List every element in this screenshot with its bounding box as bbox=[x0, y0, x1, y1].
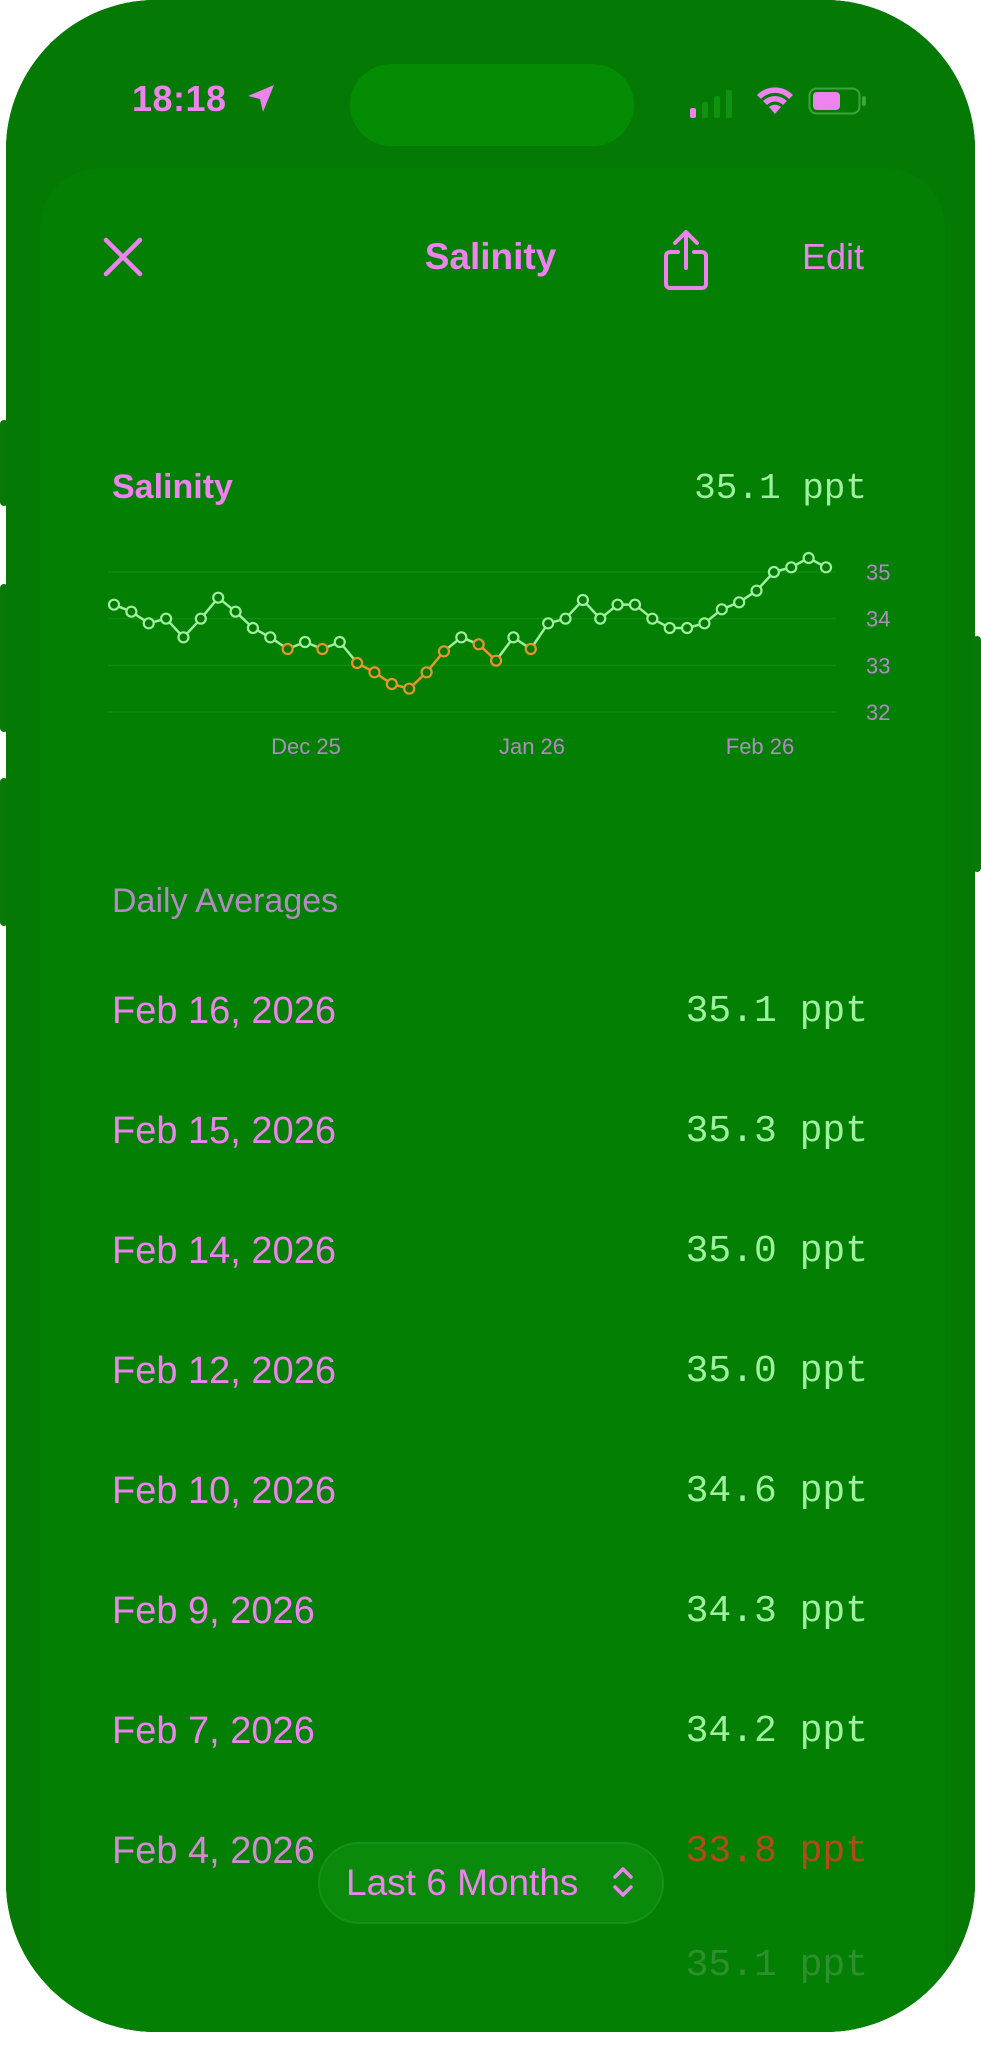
row-value-partial: 35.1 ppt bbox=[685, 1944, 868, 1987]
data-point bbox=[212, 591, 225, 604]
x-tick-label: Dec 25 bbox=[271, 734, 341, 759]
x-tick-label: Feb 26 bbox=[726, 734, 795, 759]
y-tick-label: 34 bbox=[866, 607, 890, 632]
row-date: Feb 10, 2026 bbox=[112, 1470, 336, 1512]
row-date: Feb 16, 2026 bbox=[112, 990, 336, 1032]
y-tick-label: 33 bbox=[866, 653, 890, 678]
row-value: 34.2 ppt bbox=[685, 1710, 868, 1753]
data-point bbox=[107, 598, 121, 611]
data-point bbox=[576, 593, 589, 607]
data-point bbox=[455, 631, 468, 644]
data-point bbox=[385, 677, 398, 691]
status-time: 18:18 bbox=[132, 78, 227, 119]
row-value: 35.1 ppt bbox=[685, 990, 868, 1033]
row-value: 34.6 ppt bbox=[685, 1470, 868, 1513]
data-point bbox=[298, 635, 312, 649]
data-point bbox=[663, 621, 676, 635]
data-point bbox=[559, 612, 572, 625]
list-item[interactable]: Feb 16, 2026 35.1 ppt bbox=[112, 990, 868, 1110]
data-point bbox=[246, 621, 260, 635]
summary-value: 35.1 ppt bbox=[694, 468, 867, 509]
status-bar: 18:18 bbox=[6, 0, 975, 170]
data-point bbox=[472, 638, 485, 651]
data-point bbox=[159, 612, 173, 625]
list-item[interactable]: Feb 7, 2026 34.2 ppt bbox=[112, 1710, 868, 1830]
x-tick-label: Jan 26 bbox=[499, 734, 565, 759]
data-point bbox=[507, 631, 520, 644]
list-item[interactable]: Feb 12, 2026 35.0 ppt bbox=[112, 1350, 868, 1470]
data-point bbox=[680, 621, 694, 635]
data-point bbox=[368, 666, 381, 679]
y-tick-label: 32 bbox=[866, 700, 890, 725]
range-selector[interactable]: Last 6 Months bbox=[320, 1844, 662, 1922]
location-arrow-icon bbox=[248, 85, 274, 112]
data-point bbox=[142, 617, 155, 630]
data-point bbox=[264, 631, 277, 644]
data-point bbox=[437, 645, 451, 658]
data-point bbox=[177, 631, 190, 644]
row-date: Feb 14, 2026 bbox=[112, 1230, 336, 1272]
row-date: Feb 12, 2026 bbox=[112, 1350, 336, 1392]
data-point bbox=[750, 584, 763, 597]
section-header: Daily Averages bbox=[112, 882, 339, 920]
data-point bbox=[333, 635, 346, 649]
dynamic-island bbox=[350, 64, 634, 146]
data-point bbox=[819, 561, 833, 574]
range-selector-label: Last 6 Months bbox=[346, 1862, 579, 1903]
y-tick-label: 35 bbox=[866, 560, 890, 585]
data-point bbox=[125, 605, 138, 618]
cellular-signal-icon bbox=[690, 90, 732, 118]
row-value: 34.3 ppt bbox=[685, 1590, 868, 1633]
row-value: 35.0 ppt bbox=[685, 1350, 868, 1393]
share-icon[interactable] bbox=[660, 228, 712, 292]
data-point bbox=[733, 596, 746, 609]
data-point bbox=[420, 666, 433, 679]
row-date: Feb 7, 2026 bbox=[112, 1710, 315, 1752]
data-point bbox=[524, 642, 537, 656]
row-value: 33.8 ppt bbox=[685, 1830, 868, 1873]
battery-icon bbox=[808, 87, 866, 115]
list-item[interactable]: Feb 9, 2026 34.3 ppt bbox=[112, 1590, 868, 1710]
list-item[interactable]: Feb 10, 2026 34.6 ppt bbox=[112, 1470, 868, 1590]
data-point bbox=[542, 617, 555, 630]
row-date: Feb 15, 2026 bbox=[112, 1110, 336, 1152]
row-date: Feb 9, 2026 bbox=[112, 1590, 315, 1632]
data-point bbox=[646, 612, 659, 625]
data-point bbox=[281, 642, 294, 656]
data-point bbox=[698, 617, 711, 630]
list-item[interactable]: Feb 15, 2026 35.3 ppt bbox=[112, 1110, 868, 1230]
summary-label: Salinity bbox=[112, 468, 233, 506]
data-point bbox=[351, 656, 364, 670]
data-point bbox=[628, 598, 642, 611]
chevron-up-down-icon bbox=[613, 1867, 633, 1897]
data-point bbox=[611, 598, 624, 611]
list-item[interactable]: Feb 14, 2026 35.0 ppt bbox=[112, 1230, 868, 1350]
salinity-chart[interactable]: 35 34 33 32 Dec 25 Jan 26 Feb 26 bbox=[96, 540, 896, 772]
row-date: Feb 4, 2026 bbox=[112, 1830, 315, 1872]
data-point bbox=[802, 551, 815, 565]
data-point bbox=[785, 561, 798, 574]
wifi-icon bbox=[757, 87, 793, 114]
data-point bbox=[767, 565, 781, 579]
data-point bbox=[316, 642, 329, 656]
row-value: 35.0 ppt bbox=[685, 1230, 868, 1273]
data-point bbox=[715, 603, 728, 616]
data-point bbox=[194, 612, 207, 625]
data-point bbox=[489, 654, 503, 667]
row-value: 35.3 ppt bbox=[685, 1110, 868, 1153]
list-item-partial: 35.1 ppt bbox=[112, 1944, 868, 2064]
data-point bbox=[403, 682, 416, 695]
data-point bbox=[229, 605, 242, 618]
data-point bbox=[594, 612, 607, 625]
edit-button[interactable]: Edit bbox=[802, 236, 864, 278]
